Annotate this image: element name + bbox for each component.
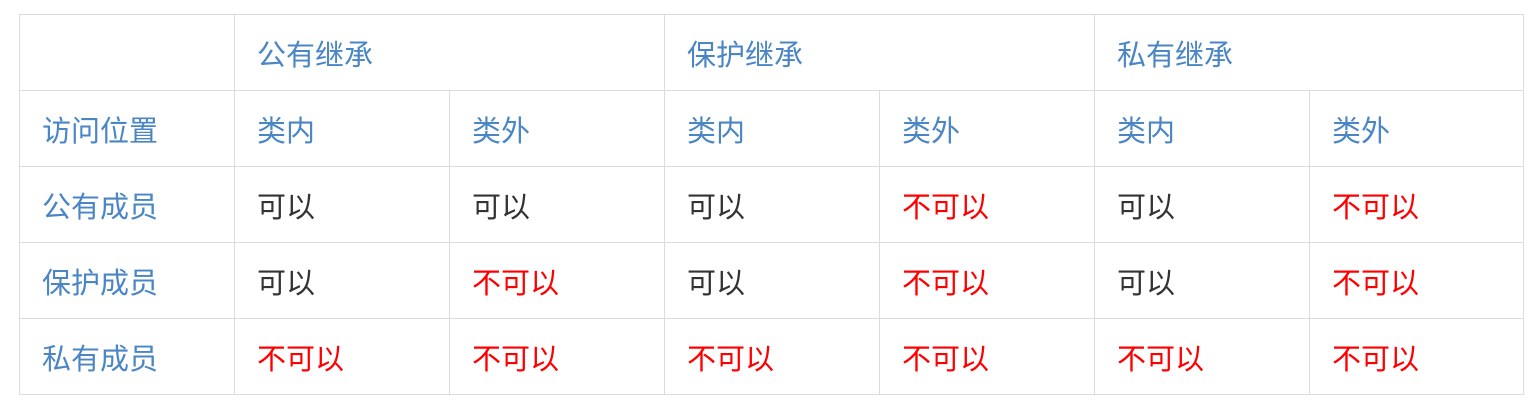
row-label-public-member: 公有成员 — [19, 166, 235, 243]
access-cell: 不可以 — [879, 318, 1096, 395]
header-private-inheritance: 私有继承 — [1094, 14, 1525, 91]
access-cell: 可以 — [664, 166, 881, 243]
inheritance-header-row: 公有继承 保护继承 私有继承 — [19, 14, 1525, 91]
access-cell: 不可以 — [1094, 318, 1311, 395]
sub-header-public-outside: 类外 — [448, 90, 666, 167]
access-position-row: 访问位置 类内 类外 类内 类外 类内 类外 — [19, 90, 1525, 167]
access-cell: 可以 — [1094, 242, 1311, 319]
row-label-private-member: 私有成员 — [19, 318, 235, 395]
access-cell: 不可以 — [879, 166, 1096, 243]
header-protected-inheritance: 保护继承 — [664, 14, 1096, 91]
table-row-private-member: 私有成员 不可以 不可以 不可以 不可以 不可以 不可以 — [19, 318, 1525, 395]
access-table-container: 公有继承 保护继承 私有继承 访问位置 类内 类外 类内 类外 类内 类外 公有… — [19, 14, 1525, 395]
table-row-public-member: 公有成员 可以 可以 可以 不可以 可以 不可以 — [19, 166, 1525, 243]
access-cell: 可以 — [1094, 166, 1311, 243]
corner-cell — [19, 14, 235, 91]
header-public-inheritance: 公有继承 — [233, 14, 666, 91]
access-cell: 可以 — [234, 242, 450, 319]
sub-header-private-inside: 类内 — [1094, 90, 1311, 167]
sub-header-protected-inside: 类内 — [664, 90, 881, 167]
access-cell: 可以 — [448, 166, 666, 243]
access-cell: 不可以 — [1309, 166, 1525, 243]
access-cell: 可以 — [234, 166, 450, 243]
access-cell: 可以 — [664, 242, 881, 319]
sub-header-private-outside: 类外 — [1309, 90, 1525, 167]
access-cell: 不可以 — [448, 242, 666, 319]
sub-header-protected-outside: 类外 — [879, 90, 1096, 167]
inheritance-access-table: 公有继承 保护继承 私有继承 访问位置 类内 类外 类内 类外 类内 类外 公有… — [19, 14, 1525, 395]
access-cell: 不可以 — [1309, 318, 1525, 395]
access-cell: 不可以 — [879, 242, 1096, 319]
access-cell: 不可以 — [234, 318, 450, 395]
row-label-protected-member: 保护成员 — [19, 242, 235, 319]
table-row-protected-member: 保护成员 可以 不可以 可以 不可以 可以 不可以 — [19, 242, 1525, 319]
access-cell: 不可以 — [1309, 242, 1525, 319]
access-position-label: 访问位置 — [19, 90, 235, 167]
access-cell: 不可以 — [448, 318, 666, 395]
sub-header-public-inside: 类内 — [234, 90, 450, 167]
access-cell: 不可以 — [664, 318, 881, 395]
